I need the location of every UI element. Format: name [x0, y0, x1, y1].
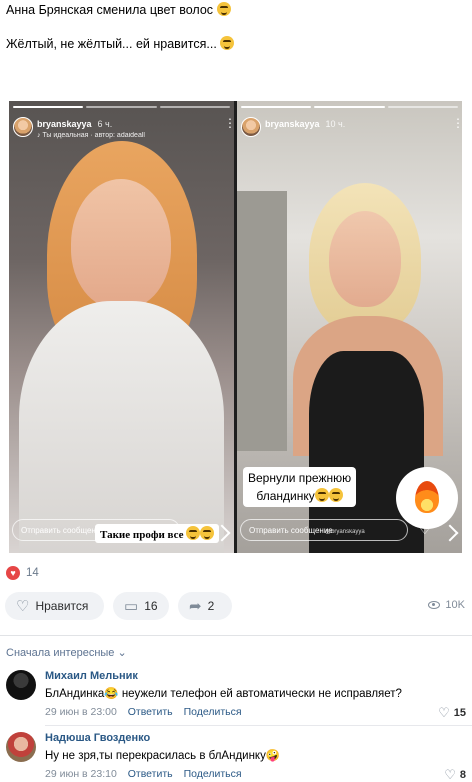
comment-date[interactable]: 29 июн в 23:10 — [45, 768, 117, 780]
views-counter: 10K — [428, 599, 465, 611]
reactions-summary[interactable]: ♥ 14 — [6, 566, 39, 580]
story-avatar[interactable] — [241, 117, 261, 137]
heart-outline-icon[interactable]: ♡ — [419, 522, 431, 538]
story-progress — [241, 106, 458, 108]
divider — [45, 725, 472, 726]
story-caption: Такие профи все — [95, 524, 220, 543]
comment-author[interactable]: Надюша Гвозденко — [45, 732, 150, 744]
story-2[interactable]: bryanskayya 10 ч. ⋮ Вернули прежнюю бланд… — [237, 101, 462, 553]
fire-icon — [415, 481, 439, 513]
story-watermark: @bryanskayya — [325, 529, 365, 535]
story-username[interactable]: bryanskayya 6 ч. — [37, 119, 112, 129]
send-icon[interactable] — [441, 524, 459, 542]
stories-gallery[interactable]: bryanskayya 6 ч. ♪ Ты идеальная · автор: … — [9, 101, 462, 553]
emoji-icon — [186, 526, 201, 540]
photo-face — [329, 211, 401, 307]
story-music: ♪ Ты идеальная · автор: adaideall — [37, 132, 145, 139]
share-button[interactable]: ➦ 2 — [178, 592, 232, 620]
avatar[interactable] — [6, 732, 36, 762]
share-icon: ➦ — [189, 597, 202, 615]
comment-author[interactable]: Михаил Мельник — [45, 670, 138, 682]
comment-meta: 29 июн в 23:00 Ответить Поделиться — [45, 706, 242, 718]
reply-link[interactable]: Ответить — [128, 706, 173, 718]
eye-icon — [428, 601, 441, 609]
post-text-line1: Анна Брянская сменила цвет волос — [6, 2, 231, 18]
comments-sort-dropdown[interactable]: Сначала интересные ⌄ — [6, 646, 127, 659]
story-1[interactable]: bryanskayya 6 ч. ♪ Ты идеальная · автор: … — [9, 101, 234, 553]
fire-reaction-button[interactable] — [396, 467, 458, 529]
story-message-input[interactable]: Отправить сообщение — [240, 519, 408, 541]
sunglasses-emoji-icon — [216, 2, 231, 16]
comment-item: Михаил Мельник БлАндинка😂 неужели телефо… — [0, 668, 472, 724]
story-username[interactable]: bryanskayya 10 ч. — [265, 119, 345, 129]
heart-outline-icon: ♡ — [444, 767, 456, 782]
grinning-emoji-icon — [220, 36, 235, 50]
more-icon[interactable]: ⋮ — [452, 117, 462, 129]
story-progress — [13, 106, 230, 108]
comment-text: БлАндинка😂 неужели телефон ей автоматиче… — [45, 688, 402, 700]
heart-icon: ♥ — [6, 566, 20, 580]
comment-like-button[interactable]: ♡ 8 — [444, 767, 466, 782]
post-actions: ♡ Нравится ▭ 16 ➦ 2 10K — [5, 592, 467, 620]
comment-icon: ▭ — [124, 597, 139, 615]
heart-outline-icon: ♡ — [438, 705, 450, 720]
photo-robe — [19, 301, 224, 553]
reply-link[interactable]: Ответить — [128, 768, 173, 780]
share-link[interactable]: Поделиться — [184, 706, 242, 718]
photo-background — [237, 191, 287, 451]
divider — [0, 635, 472, 636]
story-caption: Вернули прежнюю бландинку — [243, 467, 357, 507]
comment-text: Ну не зря,ты перекрасилась в блАндинку🤪 — [45, 750, 281, 762]
emoji-icon — [200, 526, 215, 540]
comment-like-button[interactable]: ♡ 15 — [438, 705, 466, 721]
story-avatar[interactable] — [13, 117, 33, 137]
heart-outline-icon: ♡ — [16, 597, 30, 615]
photo-face — [71, 179, 171, 309]
like-button[interactable]: ♡ Нравится — [5, 592, 104, 620]
avatar[interactable] — [6, 670, 36, 700]
post-text-line2: Жёлтый, не жёлтый... ей нравится... — [6, 36, 235, 52]
share-link[interactable]: Поделиться — [184, 768, 242, 780]
chevron-down-icon: ⌄ — [117, 647, 127, 659]
comment-meta: 29 июн в 23:10 Ответить Поделиться — [45, 768, 242, 780]
emoji-icon — [314, 488, 329, 502]
more-icon[interactable]: ⋮ — [224, 117, 234, 129]
comments-button[interactable]: ▭ 16 — [113, 592, 169, 620]
comment-date[interactable]: 29 июн в 23:00 — [45, 706, 117, 718]
emoji-icon — [328, 488, 343, 502]
comment-item: Надюша Гвозденко Ну не зря,ты перекрасил… — [0, 730, 472, 782]
